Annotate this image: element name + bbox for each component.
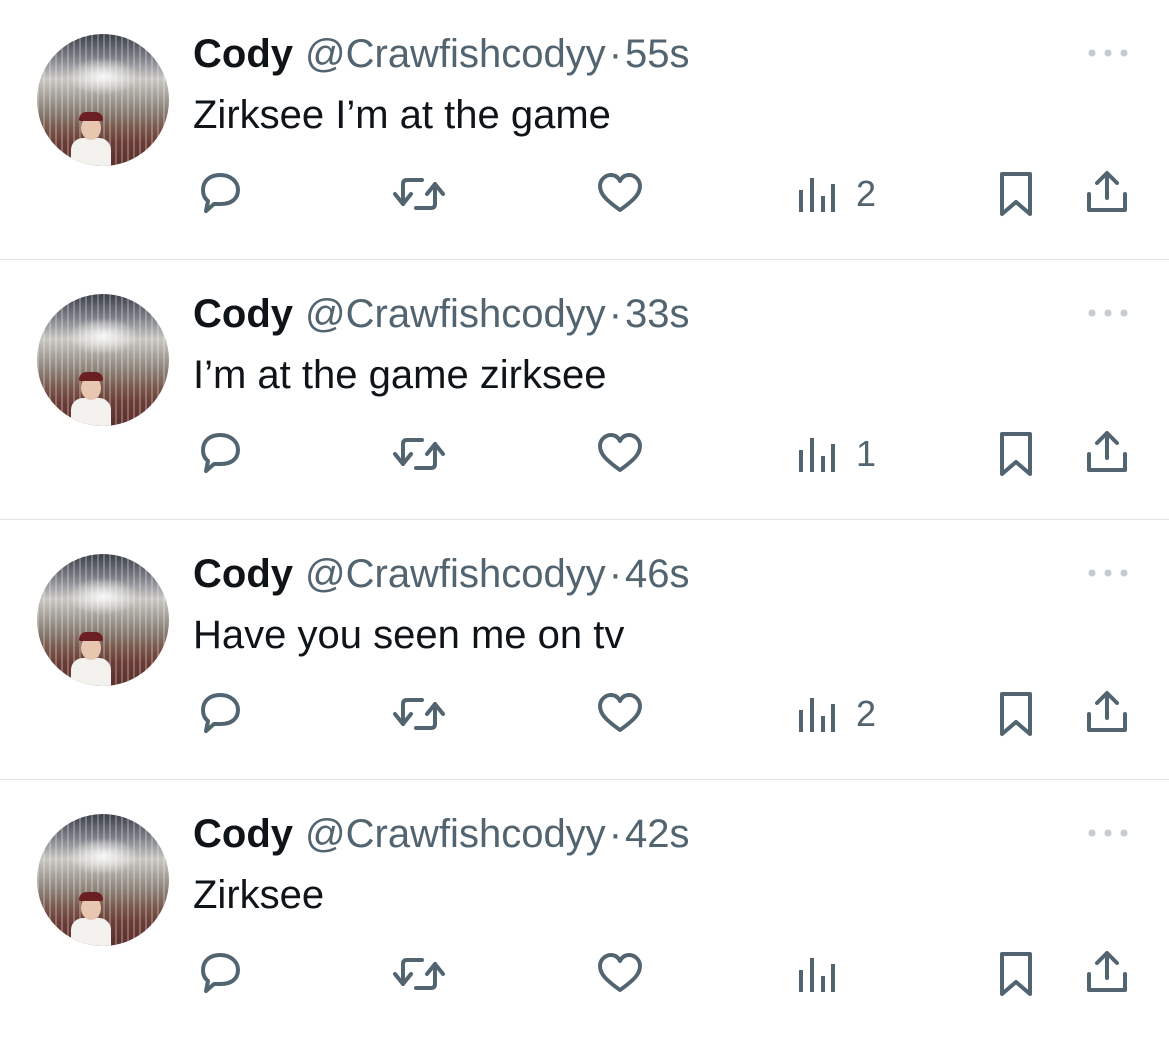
display-name[interactable]: Cody [193, 32, 293, 76]
tweet[interactable]: Cody @Crawfishcodyy·55s Zirksee I’m at th… [0, 0, 1169, 260]
retweet-icon[interactable] [390, 952, 448, 996]
share-icon[interactable] [1084, 688, 1130, 736]
timestamp[interactable]: 46s [625, 552, 690, 596]
tweet-text: Have you seen me on tv [193, 613, 625, 657]
reply-icon[interactable] [196, 690, 244, 736]
views-icon[interactable] [795, 432, 839, 476]
display-name[interactable]: Cody [193, 812, 293, 856]
tweet-header: Cody @Crawfishcodyy·55s [193, 30, 690, 78]
reply-icon[interactable] [196, 170, 244, 216]
heart-icon[interactable] [596, 950, 644, 996]
avatar[interactable] [37, 294, 169, 426]
user-handle[interactable]: @Crawfishcodyy [305, 32, 606, 76]
avatar[interactable] [37, 554, 169, 686]
more-options-icon[interactable] [1086, 300, 1130, 326]
reply-icon[interactable] [196, 430, 244, 476]
views-icon[interactable] [795, 172, 839, 216]
display-name[interactable]: Cody [193, 552, 293, 596]
tweet[interactable]: Cody @Crawfishcodyy·42s Zirksee [0, 780, 1169, 1040]
separator-dot: · [608, 292, 623, 336]
user-handle[interactable]: @Crawfishcodyy [305, 812, 606, 856]
tweet-header: Cody @Crawfishcodyy·42s [193, 810, 690, 858]
tweet-text: Zirksee [193, 873, 325, 917]
avatar[interactable] [37, 34, 169, 166]
share-icon[interactable] [1084, 168, 1130, 216]
heart-icon[interactable] [596, 170, 644, 216]
user-handle[interactable]: @Crawfishcodyy [305, 552, 606, 596]
retweet-icon[interactable] [390, 692, 448, 736]
separator-dot: · [608, 812, 623, 856]
timestamp[interactable]: 42s [625, 812, 690, 856]
heart-icon[interactable] [596, 690, 644, 736]
tweet[interactable]: Cody @Crawfishcodyy·46s Have you seen me … [0, 520, 1169, 780]
reply-icon[interactable] [196, 950, 244, 996]
share-icon[interactable] [1084, 428, 1130, 476]
retweet-icon[interactable] [390, 432, 448, 476]
separator-dot: · [608, 32, 623, 76]
retweet-icon[interactable] [390, 172, 448, 216]
tweet-header: Cody @Crawfishcodyy·33s [193, 290, 690, 338]
bookmark-icon[interactable] [996, 170, 1036, 218]
share-icon[interactable] [1084, 948, 1130, 996]
avatar[interactable] [37, 814, 169, 946]
timestamp[interactable]: 55s [625, 32, 690, 76]
timestamp[interactable]: 33s [625, 292, 690, 336]
more-options-icon[interactable] [1086, 40, 1130, 66]
tweet[interactable]: Cody @Crawfishcodyy·33s I’m at the game z… [0, 260, 1169, 520]
bookmark-icon[interactable] [996, 430, 1036, 478]
user-handle[interactable]: @Crawfishcodyy [305, 292, 606, 336]
views-count: 1 [856, 433, 877, 474]
separator-dot: · [608, 552, 623, 596]
views-icon[interactable] [795, 692, 839, 736]
bookmark-icon[interactable] [996, 950, 1036, 998]
tweet-text: I’m at the game zirksee [193, 353, 607, 397]
heart-icon[interactable] [596, 430, 644, 476]
tweet-header: Cody @Crawfishcodyy·46s [193, 550, 690, 598]
views-count: 2 [856, 173, 877, 214]
tweet-text: Zirksee I’m at the game [193, 93, 611, 137]
bookmark-icon[interactable] [996, 690, 1036, 738]
views-icon[interactable] [795, 952, 839, 996]
display-name[interactable]: Cody [193, 292, 293, 336]
more-options-icon[interactable] [1086, 820, 1130, 846]
views-count: 2 [856, 693, 877, 734]
more-options-icon[interactable] [1086, 560, 1130, 586]
